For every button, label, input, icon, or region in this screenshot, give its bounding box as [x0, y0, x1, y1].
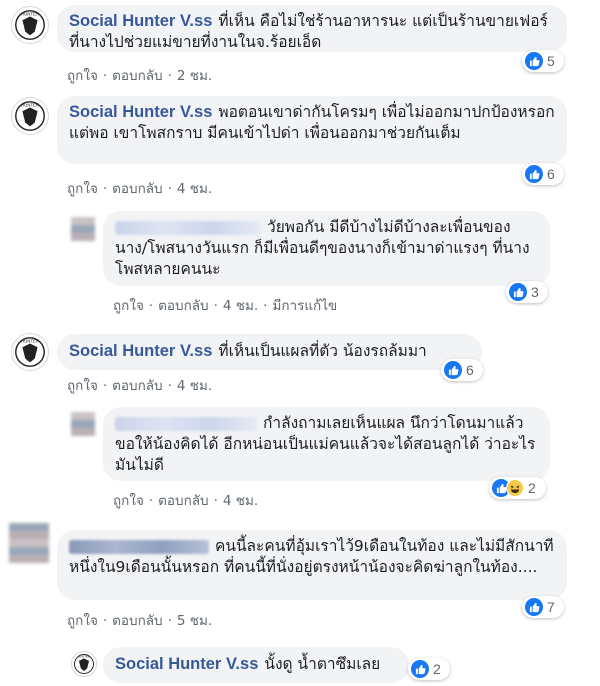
hunter-logo-avatar[interactable]: HUNTER: [11, 97, 49, 135]
reply-link[interactable]: ตอบกลับ: [112, 613, 162, 629]
reaction-number: 6: [547, 166, 555, 182]
reply-link[interactable]: ตอบกลับ: [112, 378, 162, 394]
edited-link[interactable]: มีการแก้ไข: [272, 298, 337, 314]
comment-text: ที่เห็นเป็นแผลที่ตัว น้องรถล้มมา: [218, 342, 427, 360]
hunter-logo-avatar[interactable]: HUNTER: [11, 6, 49, 44]
separator-dot: ·: [213, 298, 218, 314]
like-link[interactable]: ถูกใจ: [67, 68, 98, 84]
comment-author[interactable]: Social Hunter V.ss: [69, 12, 212, 30]
comment-time[interactable]: 2 ชม.: [177, 68, 212, 84]
like-reaction-icon: [444, 361, 462, 379]
hunter-logo-icon: HUNTER: [15, 10, 45, 40]
svg-text:HUNTER: HUNTER: [21, 103, 39, 108]
blurred-avatar[interactable]: [71, 412, 95, 436]
separator-dot: ·: [148, 493, 154, 509]
separator-dot: ·: [167, 181, 172, 197]
reply-link[interactable]: ตอบกลับ: [112, 68, 162, 84]
reaction-count[interactable]: 2: [408, 658, 450, 680]
separator-dot: ·: [102, 378, 108, 394]
blurred-author-name[interactable]: [115, 416, 257, 431]
reaction-number: 7: [547, 599, 555, 615]
comment-text: นั้งดู น้ำตาซึมเลย: [264, 655, 381, 673]
reaction-number: 5: [547, 53, 555, 69]
like-reaction-icon: [525, 598, 543, 616]
reaction-count[interactable]: 3: [506, 281, 548, 303]
like-reaction-icon: [411, 660, 429, 678]
like-link[interactable]: ถูกใจ: [67, 378, 98, 394]
separator-dot: ·: [102, 68, 108, 84]
like-reaction-icon: [525, 52, 543, 70]
like-link[interactable]: ถูกใจ: [113, 493, 144, 509]
comment-bubble: วัยพอกัน มีดีบ้างไม่ดีบ้างละเพื่อนของนาง…: [103, 211, 550, 286]
svg-text:HUNTER: HUNTER: [78, 655, 90, 659]
comment-time[interactable]: 4 ชม.: [177, 181, 212, 197]
comment-actions: ถูกใจ · ตอบกลับ · 4 ชม. · มีการแก้ไข: [113, 294, 337, 316]
blurred-avatar[interactable]: [71, 217, 95, 241]
blurred-author-name[interactable]: [115, 220, 261, 235]
svg-text:HUNTER: HUNTER: [21, 12, 39, 17]
reaction-count[interactable]: 5: [522, 50, 564, 72]
separator-dot: ·: [102, 181, 108, 197]
comment-author[interactable]: Social Hunter V.ss: [115, 655, 258, 673]
reply-link[interactable]: ตอบกลับ: [158, 493, 208, 509]
comment-bubble: Social Hunter V.ss ที่เห็นเป็นแผลที่ตัว น…: [57, 334, 482, 370]
reply-link[interactable]: ตอบกลับ: [158, 298, 208, 314]
comment-time[interactable]: 4 ชม.: [223, 493, 258, 509]
like-reaction-icon: [509, 283, 527, 301]
comment-author[interactable]: Social Hunter V.ss: [69, 342, 212, 360]
comment-time[interactable]: 4 ชม.: [177, 378, 212, 394]
separator-dot: ·: [167, 68, 172, 84]
blurred-avatar[interactable]: [9, 523, 49, 563]
reaction-number: 2: [433, 661, 441, 677]
reaction-number: 6: [466, 362, 474, 378]
like-reaction-icon: [525, 165, 543, 183]
reply-link[interactable]: ตอบกลับ: [112, 181, 162, 197]
comment-time[interactable]: 4 ชม.: [223, 298, 258, 314]
separator-dot: ·: [263, 298, 268, 314]
comment-actions: ถูกใจ · ตอบกลับ · 4 ชม.: [67, 374, 212, 396]
comment-bubble: Social Hunter V.ss พอตอนเขาด่ากันโครมๆ เพ…: [57, 96, 567, 164]
hunter-logo-avatar[interactable]: HUNTER: [11, 333, 49, 371]
separator-dot: ·: [167, 378, 172, 394]
svg-text:HUNTER: HUNTER: [21, 339, 39, 344]
like-link[interactable]: ถูกใจ: [113, 298, 144, 314]
comment-actions: ถูกใจ · ตอบกลับ · 5 ชม.: [67, 609, 212, 631]
hunter-logo-avatar[interactable]: HUNTER: [71, 651, 97, 677]
comment-bubble: คนนี้ละคนที่อุ้มเราไว้9เดือนในท้อง และไม…: [57, 530, 567, 600]
comment-time[interactable]: 5 ชม.: [177, 613, 212, 629]
separator-dot: ·: [148, 298, 154, 314]
hunter-logo-icon: HUNTER: [74, 654, 94, 674]
comment-bubble: กำลังถามเลยเห็นแผล นึกว่าโดนมาแล้ว ขอให้…: [103, 407, 550, 481]
reaction-count[interactable]: 6: [441, 359, 483, 381]
blurred-author-name[interactable]: [69, 539, 209, 554]
hunter-logo-icon: HUNTER: [15, 337, 45, 367]
separator-dot: ·: [167, 613, 172, 629]
separator-dot: ·: [102, 613, 108, 629]
comment-actions: ถูกใจ · ตอบกลับ · 2 ชม.: [67, 64, 212, 86]
reaction-count[interactable]: 6: [522, 163, 564, 185]
like-link[interactable]: ถูกใจ: [67, 181, 98, 197]
comment-bubble: Social Hunter V.ss ที่เห็น คือไม่ใช่ร้านอ…: [57, 5, 567, 52]
like-link[interactable]: ถูกใจ: [67, 613, 98, 629]
comment-actions: ถูกใจ · ตอบกลับ · 4 ชม.: [113, 489, 258, 511]
comment-bubble: Social Hunter V.ss นั้งดู น้ำตาซึมเลย: [103, 647, 409, 683]
comment-actions: ถูกใจ · ตอบกลับ · 4 ชม.: [67, 177, 212, 199]
reaction-number: 3: [531, 284, 539, 300]
hunter-logo-icon: HUNTER: [15, 101, 45, 131]
comment-author[interactable]: Social Hunter V.ss: [69, 103, 212, 121]
haha-reaction-icon: [506, 479, 524, 497]
separator-dot: ·: [213, 493, 218, 509]
reaction-count[interactable]: 2: [489, 477, 546, 499]
reaction-count[interactable]: 7: [522, 596, 564, 618]
reaction-number: 2: [528, 480, 536, 496]
